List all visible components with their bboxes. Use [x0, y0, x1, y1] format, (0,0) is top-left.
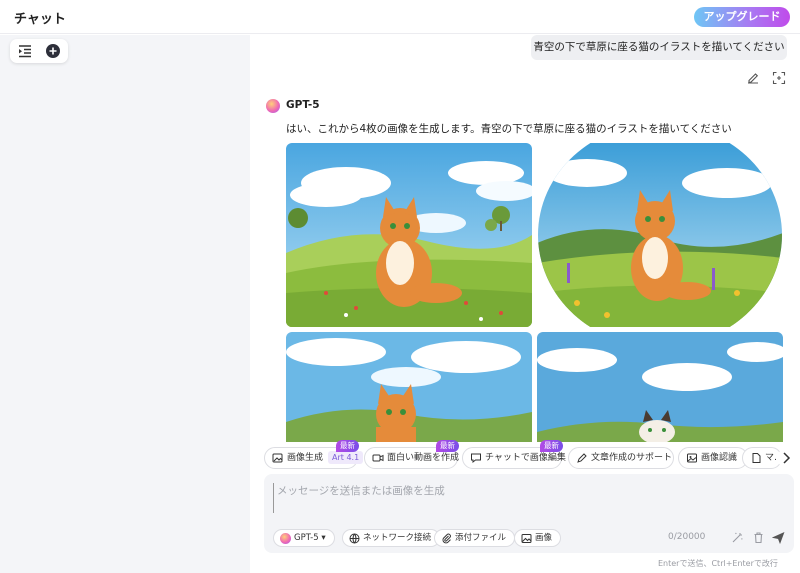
send-icon[interactable] [772, 531, 785, 544]
new-badge: 最新 [336, 440, 359, 452]
keyboard-hint: Enterで送信、Ctrl+Enterで改行 [658, 559, 778, 568]
plus-circle-icon[interactable] [45, 43, 61, 59]
suggestion-chips: 画像生成 Art 4.1 最新 面白い動画を作成 最新 チャットで画像編集 最新 … [264, 440, 800, 471]
image-scan-icon [687, 453, 697, 463]
trash-icon[interactable] [752, 531, 765, 544]
assistant-name: GPT-5 [286, 99, 320, 111]
globe-icon [349, 533, 360, 544]
image-icon [521, 534, 532, 543]
generated-image-1[interactable] [286, 143, 532, 327]
top-bar: チャット アップグレード [0, 0, 800, 34]
copy-scan-icon[interactable] [772, 71, 786, 85]
model-selector[interactable]: GPT-5 ▾ [273, 529, 335, 547]
message-composer: GPT-5 ▾ ネットワーク接続 添付ファイル 画像 0/20000 [264, 474, 794, 553]
chevron-right-icon[interactable] [777, 449, 795, 467]
model-logo-icon [280, 533, 291, 544]
new-badge: 最新 [436, 440, 459, 452]
user-message: 青空の下で草原に座る猫のイラストを描いてください [531, 35, 787, 60]
network-toggle[interactable]: ネットワーク接続 [342, 529, 441, 547]
edit-icon[interactable] [746, 71, 760, 85]
attach-button[interactable]: 添付ファイル [434, 529, 516, 547]
page-title: チャット [14, 12, 66, 27]
image-plus-icon [272, 453, 283, 463]
chip-chat-image-edit[interactable]: チャットで画像編集 最新 [462, 440, 566, 469]
sidebar-controls [10, 39, 68, 63]
chip-image-recognition[interactable]: 画像認識 [678, 447, 748, 469]
caret-down-icon: ▾ [321, 533, 326, 543]
new-badge: 最新 [540, 440, 563, 452]
sidebar [0, 35, 250, 573]
doc-icon [752, 453, 761, 463]
generated-image-4[interactable] [537, 332, 783, 442]
upgrade-button[interactable]: アップグレード [694, 7, 790, 27]
list-indent-icon[interactable] [17, 43, 33, 59]
generated-image-2[interactable] [537, 143, 783, 327]
paperclip-icon [442, 533, 451, 544]
magic-wand-icon[interactable] [731, 531, 744, 544]
generated-image-3[interactable] [286, 332, 532, 442]
image-button[interactable]: 画像 [514, 529, 562, 547]
chat-image-icon [471, 453, 481, 464]
video-icon [372, 454, 384, 462]
chip-create-video[interactable]: 面白い動画を作成 最新 [364, 440, 459, 469]
pen-icon [577, 453, 587, 463]
chip-writing-support[interactable]: 文章作成のサポート [568, 447, 674, 469]
message-input[interactable] [273, 483, 783, 513]
chip-more[interactable]: マ… [742, 447, 782, 469]
assistant-avatar [266, 99, 280, 113]
chip-image-generation[interactable]: 画像生成 Art 4.1 最新 [264, 440, 364, 469]
assistant-message: はい、これから4枚の画像を生成します。青空の下で草原に座る猫のイラストを描いてく… [286, 123, 732, 135]
char-counter: 0/20000 [668, 532, 706, 542]
